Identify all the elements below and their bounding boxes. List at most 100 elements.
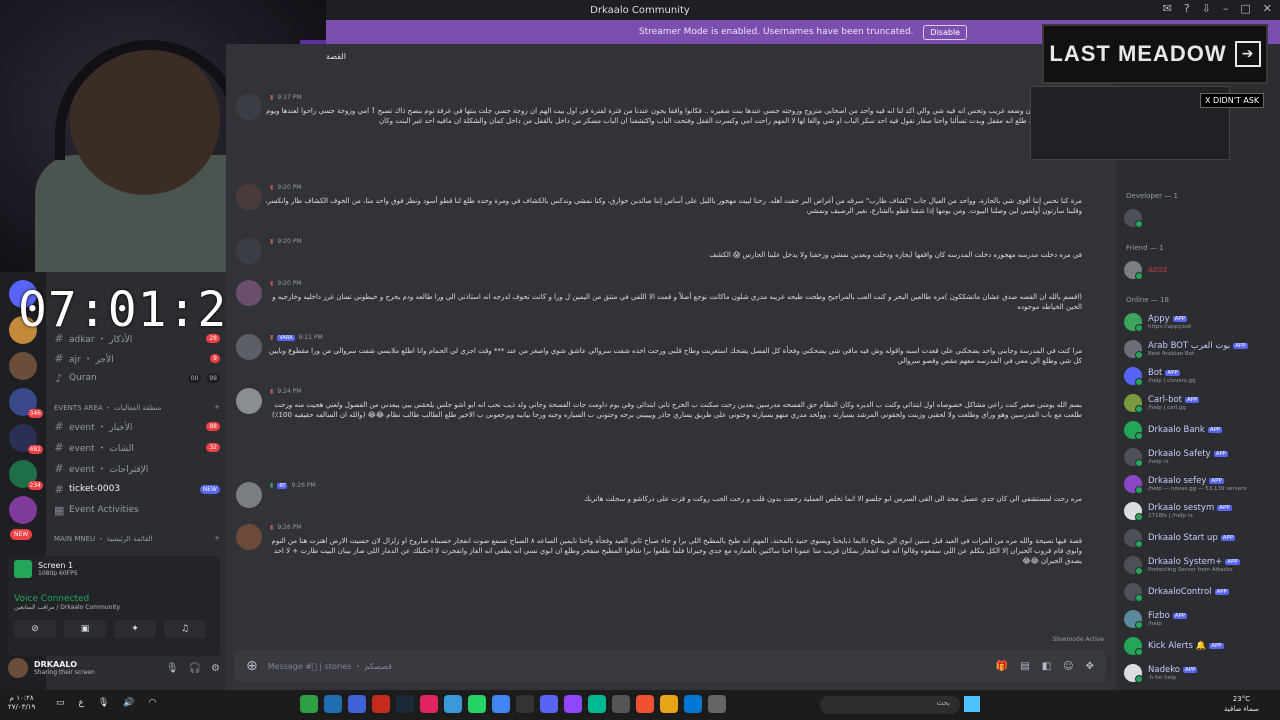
app-icon[interactable] bbox=[564, 695, 582, 713]
chrome-icon[interactable] bbox=[492, 695, 510, 713]
language-indicator[interactable]: ع bbox=[79, 698, 84, 708]
member-row[interactable]: Appy APP https://appy.bot bbox=[1124, 310, 1276, 334]
app-icon[interactable] bbox=[444, 695, 462, 713]
avatar[interactable] bbox=[236, 280, 262, 306]
member-row[interactable]: Drkaalo Start up APP bbox=[1124, 526, 1276, 550]
disable-streamer-button[interactable]: Disable bbox=[923, 24, 968, 40]
event-activities[interactable]: ▦ Event Activities bbox=[54, 501, 220, 519]
volume-icon[interactable]: 🔊 bbox=[123, 698, 134, 708]
emoji-icon[interactable]: ☺ bbox=[1063, 661, 1073, 672]
member-status: /help rs bbox=[1148, 459, 1169, 465]
screen-share-status[interactable]: Screen 1 1080p 60FPS bbox=[14, 560, 78, 578]
folder-icon[interactable] bbox=[660, 695, 678, 713]
app-icon[interactable] bbox=[516, 695, 534, 713]
minimize-button[interactable]: – bbox=[1223, 2, 1229, 15]
app-icon[interactable] bbox=[372, 695, 390, 713]
app-icon[interactable] bbox=[420, 695, 438, 713]
windows-start-icon[interactable] bbox=[964, 696, 980, 712]
share-screen-button[interactable]: ▣ bbox=[64, 620, 106, 638]
avatar bbox=[1124, 556, 1143, 575]
channel-ajr[interactable]: # ajr ・ الأجر 9 bbox=[54, 349, 220, 367]
member-row[interactable]: Drkaalo Bank APP bbox=[1124, 418, 1276, 442]
app-icon[interactable] bbox=[636, 695, 654, 713]
app-icon[interactable] bbox=[708, 695, 726, 713]
headset-icon[interactable]: 🎧 bbox=[189, 663, 201, 674]
apps-icon[interactable]: ✥ bbox=[1086, 661, 1094, 672]
add-attachment-button[interactable]: ⊕ bbox=[246, 658, 258, 674]
message-input[interactable]: Message #🏻 | stories ・ قصصكم bbox=[268, 661, 986, 672]
events-category[interactable]: EVENTS AREA ・ منطقة الفعاليات + bbox=[54, 403, 220, 413]
activities-button[interactable]: ✦ bbox=[114, 620, 156, 638]
member-row[interactable]: Nadeko APP .h for help bbox=[1124, 661, 1276, 685]
add-channel-icon[interactable]: + bbox=[214, 403, 220, 413]
member-row[interactable]: Kick Alerts 🔔 APP bbox=[1124, 634, 1276, 658]
member-category-friend: Friend — 1 bbox=[1126, 244, 1164, 252]
member-row[interactable]: Fizbo APP/help bbox=[1124, 607, 1276, 631]
maximize-button[interactable]: □ bbox=[1240, 2, 1250, 15]
member-row[interactable]: Drkaalo System+ APP Protecting Server from… bbox=[1124, 553, 1276, 577]
taskbar-clock[interactable]: ١٠:٢٨ م ٢٧/٠٣/١٩ bbox=[8, 694, 35, 712]
channel-event-news[interactable]: # event ・ الأخبار 88 bbox=[54, 417, 220, 435]
whatsapp-icon[interactable] bbox=[468, 695, 486, 713]
member-developer[interactable] bbox=[1124, 206, 1276, 230]
sticker-icon[interactable]: ◧ bbox=[1042, 661, 1051, 672]
avatar[interactable] bbox=[8, 658, 28, 678]
settings-icon[interactable]: ⚙ bbox=[211, 663, 220, 674]
download-icon[interactable]: ⇩ bbox=[1202, 2, 1211, 15]
member-name: Drkaalo sestym bbox=[1148, 503, 1215, 513]
channel-event-chat[interactable]: # event ・ الشات 32 bbox=[54, 438, 220, 456]
add-channel-icon[interactable]: + bbox=[214, 534, 220, 544]
avatar[interactable] bbox=[236, 94, 262, 120]
channel-header: القصة bbox=[326, 52, 346, 61]
member-name: Drkaalo Bank bbox=[1148, 425, 1205, 435]
app-icon[interactable] bbox=[300, 695, 318, 713]
channel-ticket[interactable]: # ticket-0003 NEW bbox=[54, 480, 220, 498]
server-icon[interactable] bbox=[9, 352, 37, 380]
channel-quran[interactable]: ♪ Quran 00 99 bbox=[54, 369, 220, 387]
server-icon[interactable]: 234 bbox=[9, 460, 43, 490]
steam-icon[interactable] bbox=[396, 695, 414, 713]
avatar[interactable] bbox=[236, 238, 262, 264]
avatar[interactable] bbox=[236, 482, 262, 508]
member-row[interactable]: Drkaalo sestym APP 2718fs | /help rs bbox=[1124, 499, 1276, 523]
taskbar-search[interactable]: بحث bbox=[820, 696, 960, 714]
member-row[interactable]: Drkaalo sefey APP/help — novax.gg — 53,13… bbox=[1124, 472, 1276, 496]
gift-icon[interactable]: 🎁 bbox=[996, 661, 1008, 672]
member-name: Bot bbox=[1148, 368, 1163, 378]
channel-event-suggestions[interactable]: # event ・ الإقتراحات bbox=[54, 459, 220, 477]
server-icon[interactable]: 482 bbox=[9, 424, 43, 454]
edge-icon[interactable] bbox=[684, 695, 702, 713]
gif-icon[interactable]: ▤ bbox=[1020, 661, 1029, 672]
avatar[interactable] bbox=[236, 388, 262, 414]
help-icon[interactable]: ? bbox=[1184, 2, 1190, 15]
discord-icon[interactable] bbox=[540, 695, 558, 713]
member-row[interactable]: Arab BOT بوت العرب APP Best Arabian Bot bbox=[1124, 337, 1276, 361]
avatar[interactable] bbox=[236, 334, 262, 360]
weather-widget[interactable]: 23°C سماء صافية bbox=[1224, 694, 1259, 714]
wifi-icon[interactable]: ◠ bbox=[149, 698, 157, 708]
app-icon[interactable] bbox=[348, 695, 366, 713]
member-row[interactable]: Bot APP/help | clovers.gg bbox=[1124, 364, 1276, 388]
battery-icon[interactable]: ▭ bbox=[56, 698, 65, 708]
mic-icon[interactable]: 🎙 bbox=[166, 663, 179, 674]
server-icon[interactable] bbox=[9, 496, 37, 524]
soundboard-button[interactable]: ♫ bbox=[164, 620, 206, 638]
server-icon[interactable]: 346 bbox=[9, 388, 43, 418]
close-button[interactable]: ✕ bbox=[1263, 2, 1272, 15]
avatar[interactable] bbox=[236, 524, 262, 550]
avatar[interactable] bbox=[236, 184, 262, 210]
member-status: https://appy.bot bbox=[1148, 324, 1192, 330]
voice-connection[interactable]: Voice Connected مراقب المتابعين / Drkaal… bbox=[14, 594, 120, 611]
app-icon[interactable] bbox=[612, 695, 630, 713]
inbox-icon[interactable]: ✉ bbox=[1163, 2, 1172, 15]
member-row[interactable]: DrkaaloControl APP bbox=[1124, 580, 1276, 604]
mic-icon[interactable]: 🎙 bbox=[98, 698, 109, 708]
member-row[interactable]: Carl-bot APP/help | carl.gg bbox=[1124, 391, 1276, 415]
app-icon[interactable] bbox=[588, 695, 606, 713]
app-icon[interactable] bbox=[324, 695, 342, 713]
member-row[interactable]: Drkaalo Safety APP/help rs bbox=[1124, 445, 1276, 469]
main-menu-category[interactable]: MAIN MNEU ・ القائمة الرئيسية + bbox=[54, 534, 220, 544]
app-tag: APP bbox=[1233, 343, 1248, 349]
camera-off-button[interactable]: ⊘ bbox=[14, 620, 56, 638]
member-friend[interactable]: azoz bbox=[1124, 258, 1276, 282]
